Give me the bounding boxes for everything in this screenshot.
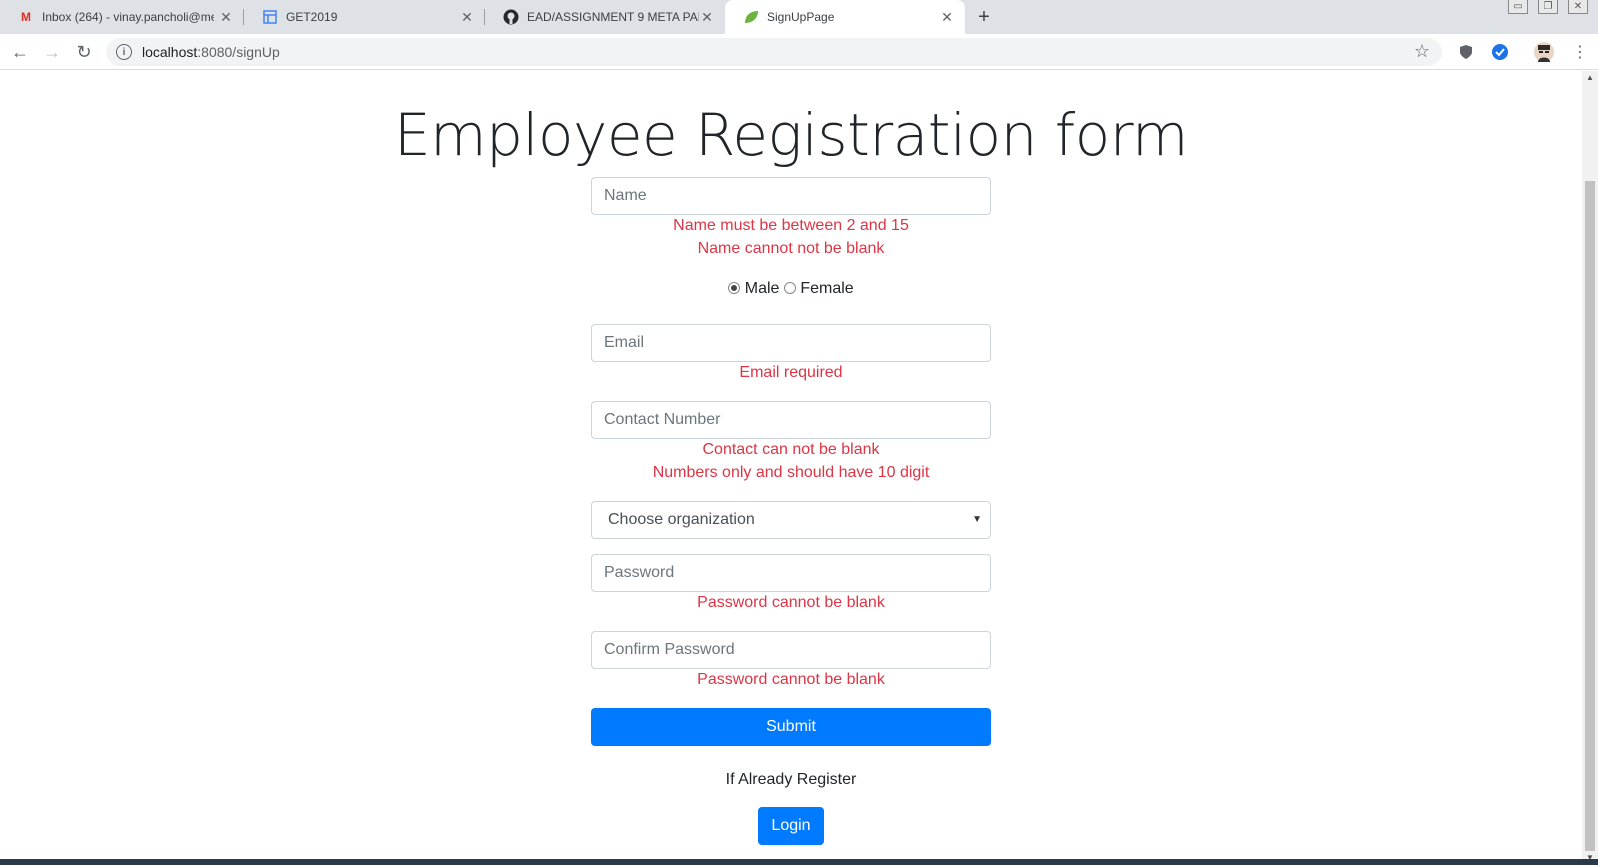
page-title: Employee Registration form: [393, 101, 1189, 169]
os-taskbar: [0, 859, 1598, 865]
browser-toolbar: ← → ↻ i localhost:8080/signUp ☆ ⋮: [0, 34, 1598, 70]
female-label: Female: [800, 280, 854, 297]
email-input[interactable]: Email: [591, 324, 991, 362]
male-label: Male: [744, 280, 780, 297]
gmail-icon: M: [21, 10, 31, 24]
new-tab-button[interactable]: +: [972, 5, 996, 29]
url-text: localhost:8080/signUp: [142, 44, 280, 60]
tab-gmail[interactable]: M Inbox (264) - vinay.pancholi@me ✕: [0, 0, 244, 34]
doc-icon: [262, 9, 278, 25]
password-input[interactable]: Password: [591, 554, 991, 592]
organization-select[interactable]: Choose organization ▼: [591, 501, 991, 539]
name-error: Name must be between 2 and 15: [673, 217, 909, 234]
submit-button[interactable]: Submit: [591, 708, 991, 746]
extension-icon[interactable]: [1490, 42, 1510, 62]
forward-icon[interactable]: →: [40, 40, 64, 64]
tab-label: SignUpPage: [767, 10, 835, 24]
close-icon[interactable]: ✕: [459, 9, 475, 25]
organization-selected: Choose organization: [608, 511, 755, 528]
tab-strip: M Inbox (264) - vinay.pancholi@me ✕ GET2…: [0, 0, 1598, 34]
menu-icon[interactable]: ⋮: [1568, 40, 1592, 64]
tab-label: EAD/ASSIGNMENT 9 META PARK: [527, 10, 699, 24]
close-icon[interactable]: ✕: [939, 9, 955, 25]
scroll-up-icon[interactable]: ▲: [1582, 71, 1598, 85]
contact-error: Numbers only and should have 10 digit: [652, 464, 930, 481]
address-bar[interactable]: i localhost:8080/signUp ☆: [106, 38, 1442, 66]
vertical-scrollbar[interactable]: ▲ ▼: [1582, 71, 1598, 865]
scrollbar-thumb[interactable]: [1585, 181, 1595, 851]
minimize-icon[interactable]: ▭: [1508, 0, 1528, 14]
password-error: Password cannot be blank: [697, 594, 885, 611]
tab-label: GET2019: [286, 10, 338, 24]
github-icon: [503, 9, 519, 25]
leaf-icon: [743, 9, 759, 25]
close-icon[interactable]: ✕: [699, 9, 715, 25]
close-window-icon[interactable]: ✕: [1568, 0, 1588, 14]
tab-signuppage[interactable]: SignUpPage ✕: [725, 0, 965, 34]
tab-get2019[interactable]: GET2019 ✕: [244, 0, 485, 34]
back-icon[interactable]: ←: [8, 40, 32, 64]
name-input[interactable]: Name: [591, 177, 991, 215]
info-icon[interactable]: i: [116, 44, 132, 60]
confirm-password-input[interactable]: Confirm Password: [591, 631, 991, 669]
tab-label: Inbox (264) - vinay.pancholi@me: [42, 10, 214, 24]
already-registered-text: If Already Register: [725, 771, 857, 788]
female-radio[interactable]: [783, 282, 796, 294]
confirm-password-error: Password cannot be blank: [697, 671, 885, 688]
bookmark-star-icon[interactable]: ☆: [1414, 41, 1430, 62]
restore-icon[interactable]: ❐: [1538, 0, 1558, 14]
tab-github[interactable]: EAD/ASSIGNMENT 9 META PARK ✕: [485, 0, 725, 34]
contact-input[interactable]: Contact Number: [591, 401, 991, 439]
close-icon[interactable]: ✕: [218, 9, 234, 25]
gender-radio-group: Male Female: [0, 280, 1582, 298]
name-error: Name cannot not be blank: [697, 240, 885, 257]
male-radio[interactable]: [728, 282, 741, 294]
email-error: Email required: [739, 364, 843, 381]
page-content: Employee Registration form Name Name mus…: [0, 71, 1582, 865]
window-controls: ▭ ❐ ✕: [1508, 0, 1588, 14]
avatar[interactable]: [1534, 42, 1554, 62]
contact-error: Contact can not be blank: [702, 441, 880, 458]
chevron-down-icon: ▼: [972, 514, 982, 525]
reload-icon[interactable]: ↻: [72, 40, 96, 64]
shield-icon[interactable]: [1456, 42, 1476, 62]
login-button[interactable]: Login: [758, 807, 824, 845]
